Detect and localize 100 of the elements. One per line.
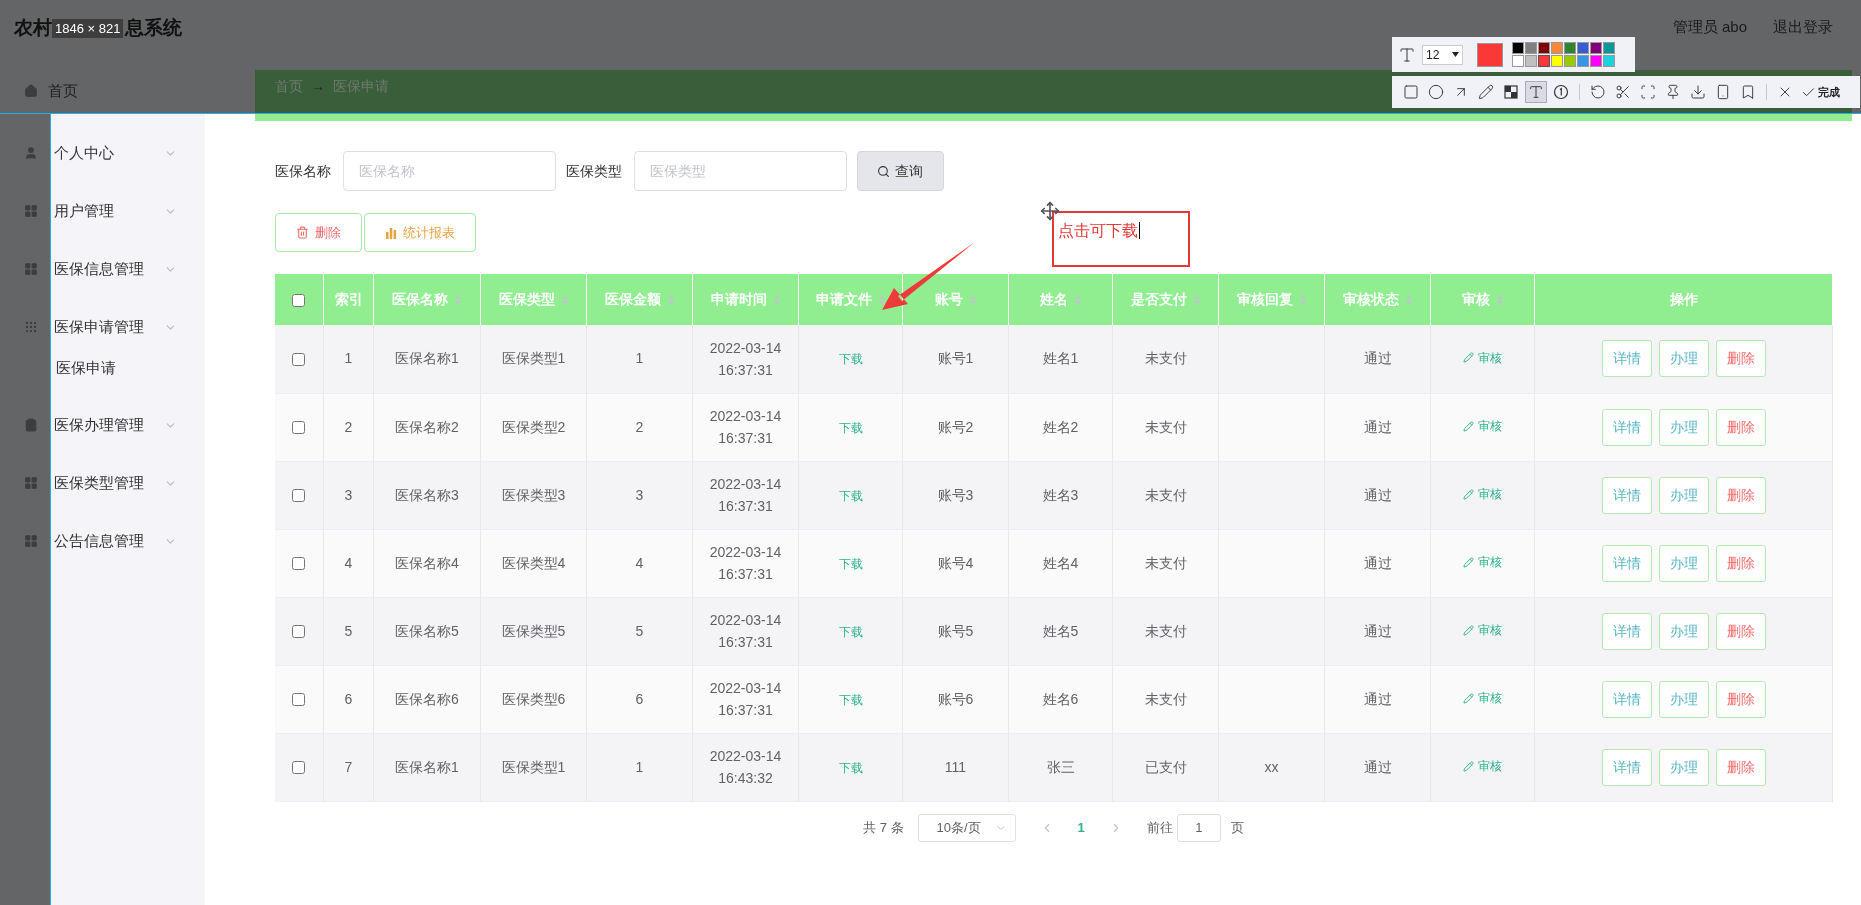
sidebar-item[interactable]: 医保类型管理 bbox=[54, 471, 148, 495]
circle-icon[interactable] bbox=[1428, 84, 1444, 100]
color-swatch[interactable] bbox=[1551, 42, 1563, 54]
review-link[interactable]: 审核 bbox=[1463, 689, 1502, 707]
action-button[interactable]: 详情 bbox=[1601, 544, 1652, 582]
color-swatch[interactable] bbox=[1577, 55, 1589, 67]
sort-icon[interactable] bbox=[1073, 293, 1082, 306]
review-link[interactable]: 审核 bbox=[1463, 553, 1502, 571]
search-field[interactable]: 医保名称 bbox=[342, 151, 556, 191]
color-swatch[interactable] bbox=[1538, 55, 1550, 67]
delete-button[interactable]: 删除 bbox=[1715, 544, 1766, 582]
color-swatch[interactable] bbox=[1512, 55, 1524, 67]
row-checkbox[interactable] bbox=[292, 625, 306, 639]
sidebar-item[interactable]: 公告信息管理 bbox=[54, 529, 148, 553]
download-link[interactable]: 下载 bbox=[838, 760, 863, 775]
numbered-marker-icon[interactable] bbox=[1553, 84, 1569, 100]
color-swatch[interactable] bbox=[1590, 42, 1602, 54]
review-link[interactable]: 审核 bbox=[1463, 485, 1502, 503]
select-all-checkbox[interactable] bbox=[292, 293, 306, 307]
undo-icon[interactable] bbox=[1590, 84, 1606, 100]
delete-button[interactable]: 删除 bbox=[1715, 476, 1766, 514]
row-checkbox[interactable] bbox=[292, 693, 306, 707]
sidebar-item[interactable]: 首页 bbox=[48, 84, 78, 98]
sidebar-item[interactable]: 医保办理管理 bbox=[54, 413, 148, 437]
row-checkbox[interactable] bbox=[292, 761, 306, 775]
download-link[interactable]: 下载 bbox=[838, 556, 863, 571]
sort-icon[interactable] bbox=[968, 293, 977, 306]
action-button[interactable]: 办理 bbox=[1658, 476, 1709, 514]
column-header[interactable]: 审核 bbox=[1461, 289, 1490, 310]
text-icon[interactable] bbox=[1528, 84, 1544, 100]
current-color-swatch[interactable] bbox=[1477, 42, 1503, 67]
delete-button[interactable]: 删除 bbox=[1715, 748, 1766, 786]
row-checkbox[interactable] bbox=[292, 421, 306, 435]
color-swatch[interactable] bbox=[1551, 55, 1563, 67]
color-swatch[interactable] bbox=[1512, 42, 1524, 54]
annotation-text-box[interactable]: 点击可下载 bbox=[1052, 211, 1190, 267]
sort-icon[interactable] bbox=[1495, 293, 1504, 306]
logout-link[interactable]: 退出登录 bbox=[1773, 16, 1833, 39]
color-swatch[interactable] bbox=[1590, 55, 1602, 67]
sort-icon[interactable] bbox=[1192, 293, 1201, 306]
sort-icon[interactable] bbox=[772, 293, 781, 306]
color-swatch[interactable] bbox=[1564, 55, 1576, 67]
action-button[interactable]: 办理 bbox=[1658, 748, 1709, 786]
color-swatch[interactable] bbox=[1577, 42, 1589, 54]
report-button[interactable]: 统计报表 bbox=[363, 213, 476, 252]
action-button[interactable]: 办理 bbox=[1658, 340, 1709, 378]
pin-icon[interactable] bbox=[1665, 84, 1681, 100]
sort-icon[interactable] bbox=[877, 293, 886, 306]
action-button[interactable]: 详情 bbox=[1601, 612, 1652, 650]
delete-button[interactable]: 删除 bbox=[1715, 680, 1766, 718]
scan-icon[interactable] bbox=[1640, 84, 1656, 100]
download-link[interactable]: 下载 bbox=[838, 352, 863, 367]
action-button[interactable]: 详情 bbox=[1601, 680, 1652, 718]
search-button[interactable]: 查询 bbox=[856, 151, 944, 191]
column-header[interactable]: 姓名 bbox=[1039, 289, 1068, 310]
delete-button[interactable]: 删除 bbox=[1715, 340, 1766, 378]
color-swatch[interactable] bbox=[1525, 55, 1537, 67]
delete-button[interactable]: 删除 bbox=[1715, 612, 1766, 650]
column-header[interactable]: 账号 bbox=[934, 289, 963, 310]
action-button[interactable]: 办理 bbox=[1658, 408, 1709, 446]
color-swatch[interactable] bbox=[1564, 42, 1576, 54]
column-header[interactable]: 索引 bbox=[334, 289, 363, 310]
review-link[interactable]: 审核 bbox=[1463, 348, 1502, 367]
sidebar-item[interactable]: 医保申请管理 bbox=[54, 315, 148, 339]
action-button[interactable]: 办理 bbox=[1658, 680, 1709, 718]
sidebar-item[interactable]: 用户管理 bbox=[54, 199, 148, 223]
column-header[interactable]: 医保类型 bbox=[498, 289, 555, 310]
font-size-select[interactable]: 12 bbox=[1422, 44, 1463, 65]
sort-icon[interactable] bbox=[1298, 293, 1307, 306]
action-button[interactable]: 详情 bbox=[1601, 408, 1652, 446]
action-button[interactable]: 办理 bbox=[1658, 544, 1709, 582]
scissors-icon[interactable] bbox=[1615, 84, 1631, 100]
color-swatch[interactable] bbox=[1603, 42, 1615, 54]
rectangle-icon[interactable] bbox=[1403, 84, 1419, 100]
delete-button[interactable]: 删除 bbox=[274, 213, 362, 252]
delete-button[interactable]: 删除 bbox=[1715, 408, 1766, 446]
sidebar-item[interactable]: 个人中心 bbox=[54, 141, 148, 165]
download-link[interactable]: 下载 bbox=[838, 624, 863, 639]
sort-icon[interactable] bbox=[1404, 293, 1413, 306]
search-field[interactable]: 医保类型 bbox=[633, 151, 847, 191]
bookmark-icon[interactable] bbox=[1740, 84, 1756, 100]
download-link[interactable]: 下载 bbox=[838, 692, 863, 707]
done-button[interactable]: 完成 bbox=[1801, 83, 1840, 101]
column-header[interactable]: 审核回复 bbox=[1236, 289, 1293, 310]
column-header[interactable]: 是否支付 bbox=[1130, 289, 1187, 310]
action-button[interactable]: 详情 bbox=[1601, 340, 1652, 378]
mosaic-icon[interactable] bbox=[1503, 84, 1519, 100]
color-swatch[interactable] bbox=[1525, 42, 1537, 54]
column-header[interactable]: 申请文件 bbox=[815, 289, 872, 310]
goto-page-field[interactable]: 1 bbox=[1176, 813, 1221, 842]
action-button[interactable]: 详情 bbox=[1601, 748, 1652, 786]
page-size-select[interactable]: 10条/页 bbox=[917, 813, 1016, 842]
page-number[interactable]: 1 bbox=[1077, 817, 1085, 838]
download-link[interactable]: 下载 bbox=[838, 488, 863, 503]
review-link[interactable]: 审核 bbox=[1463, 417, 1502, 435]
color-swatch[interactable] bbox=[1603, 55, 1615, 67]
column-header[interactable]: 审核状态 bbox=[1342, 289, 1399, 310]
download-link[interactable]: 下载 bbox=[838, 420, 863, 435]
sort-icon[interactable] bbox=[560, 293, 569, 306]
action-button[interactable]: 办理 bbox=[1658, 612, 1709, 650]
